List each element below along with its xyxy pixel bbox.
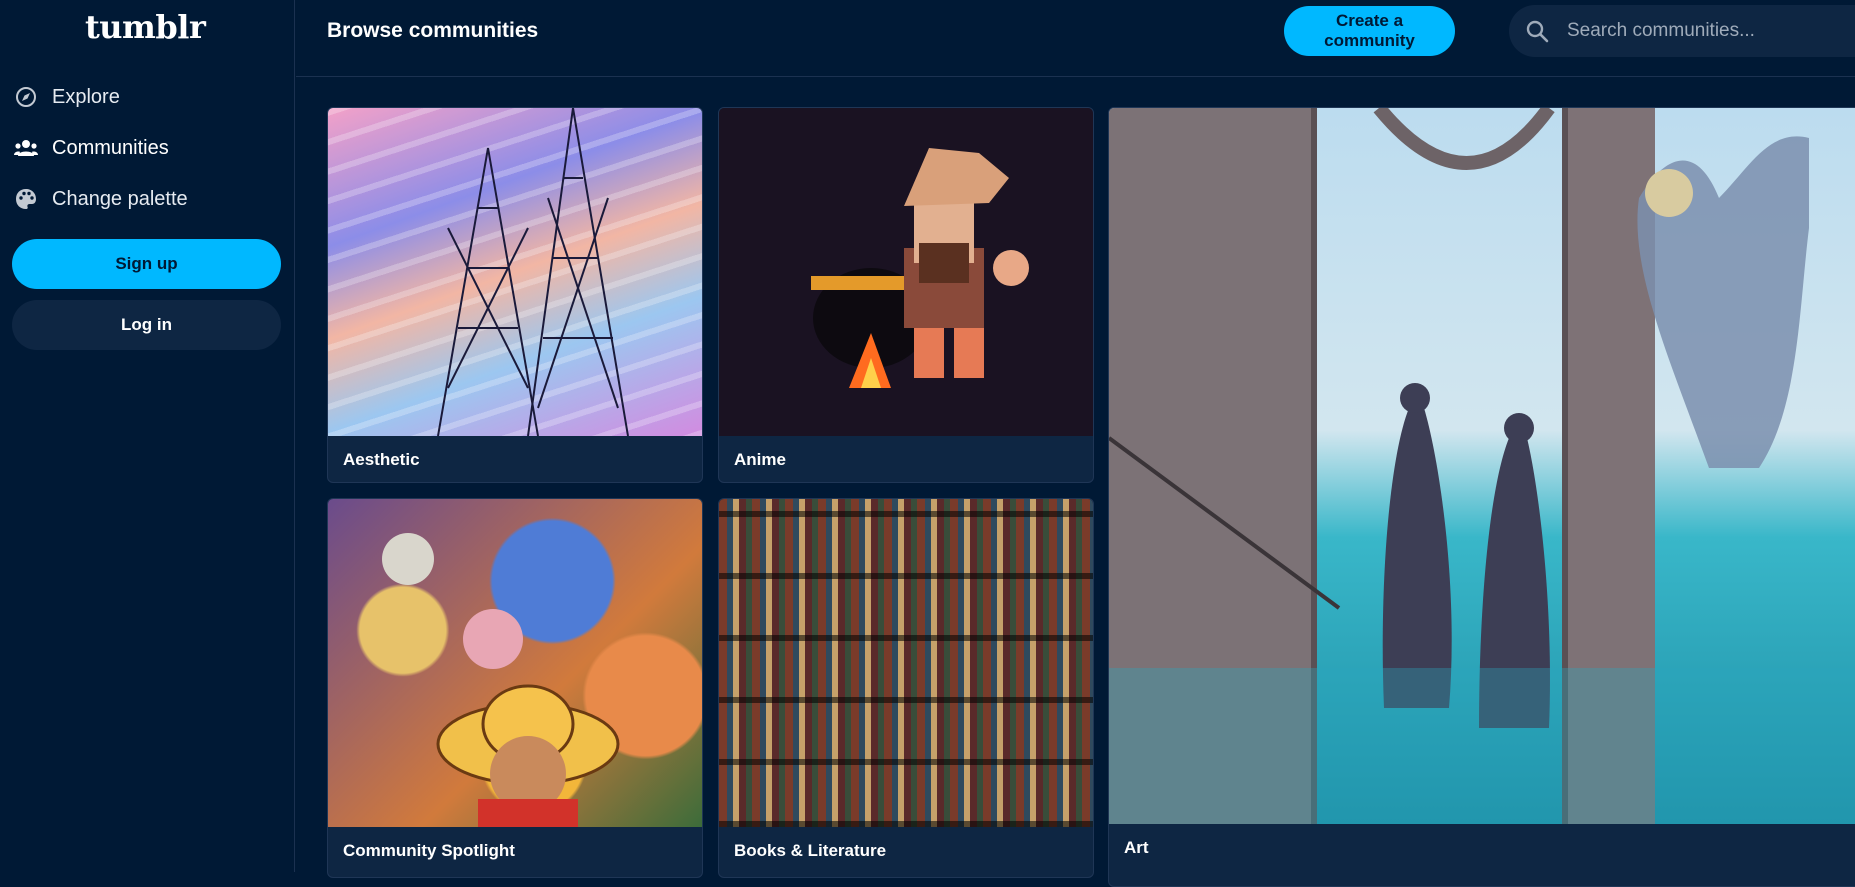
sidebar-item-change-palette[interactable]: Change palette [14,182,188,216]
palette-icon [14,187,38,211]
community-image [719,499,1093,827]
community-card-anime[interactable]: Anime [718,107,1094,483]
community-card-art[interactable]: Art [1108,107,1855,887]
sidebar-item-label: Change palette [52,187,188,210]
community-card-books-literature[interactable]: Books & Literature [718,498,1094,878]
community-name: Anime [734,450,786,469]
sign-up-button[interactable]: Sign up [12,239,281,289]
community-image [328,108,702,436]
sidebar-item-communities[interactable]: Communities [14,131,169,165]
create-community-button[interactable]: Create a community [1284,6,1455,56]
community-name: Books & Literature [734,841,887,860]
sidebar-item-explore[interactable]: Explore [14,80,120,114]
community-card-community-spotlight[interactable]: Community Spotlight [327,498,703,878]
search-bar[interactable] [1509,5,1855,57]
tumblr-logo[interactable]: tumblr [85,8,206,46]
sidebar: tumblr Explore Communities Change palett… [0,0,295,872]
community-card-aesthetic[interactable]: Aesthetic [327,107,703,483]
community-image [328,499,702,827]
community-name: Aesthetic [343,450,420,469]
community-image [1109,108,1855,824]
people-icon [14,136,38,160]
compass-icon [14,85,38,109]
search-input[interactable] [1565,19,1849,43]
sidebar-item-label: Explore [52,85,120,108]
sidebar-item-label: Communities [52,136,169,159]
search-icon [1525,18,1551,44]
community-image [719,108,1093,436]
community-name: Art [1124,838,1149,857]
page-title: Browse communities [327,19,539,42]
log-in-button[interactable]: Log in [12,300,281,350]
community-name: Community Spotlight [343,841,515,860]
header: Browse communities Create a community [296,0,1855,77]
